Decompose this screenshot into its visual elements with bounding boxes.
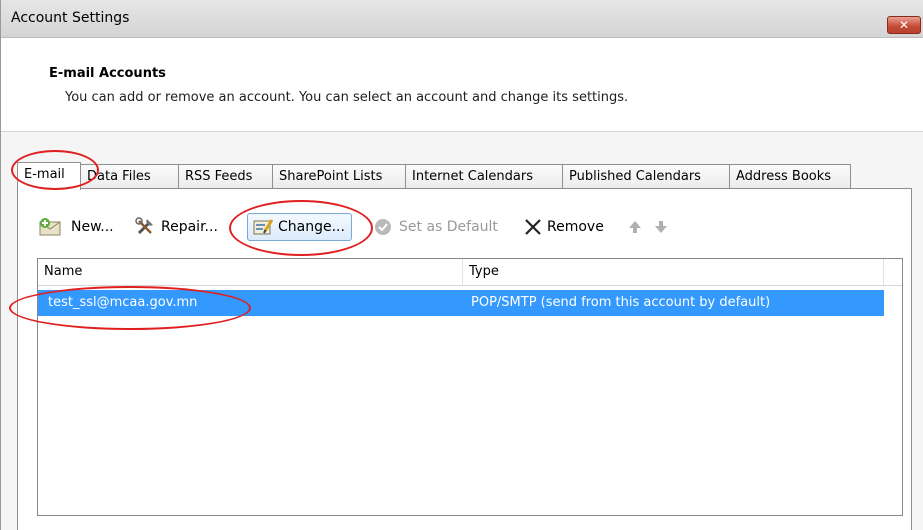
section-description: You can add or remove an account. You ca…	[65, 90, 629, 105]
list-column-header: Name Type	[38, 259, 902, 286]
account-type-cell: POP/SMTP (send from this account by defa…	[471, 295, 771, 310]
header-area: E-mail Accounts You can add or remove an…	[1, 38, 923, 132]
window-title: Account Settings	[11, 10, 130, 26]
set-as-default-button[interactable]: Set as Default	[373, 212, 498, 242]
column-header-name[interactable]: Name	[38, 259, 463, 285]
close-icon: ✕	[898, 18, 910, 32]
accounts-list[interactable]: Name Type test_ssl@mcaa.gov.mn POP/SMTP …	[37, 258, 903, 516]
remove-button[interactable]: Remove	[523, 212, 604, 242]
change-button-label: Change...	[278, 219, 345, 235]
tab-address-books[interactable]: Address Books	[729, 164, 851, 188]
remove-button-label: Remove	[547, 219, 604, 235]
new-account-icon	[39, 218, 61, 236]
close-button[interactable]: ✕	[887, 16, 921, 34]
change-settings-icon	[253, 219, 274, 235]
section-title: E-mail Accounts	[49, 66, 166, 81]
tab-internet-calendars[interactable]: Internet Calendars	[405, 164, 563, 188]
tab-published-calendars[interactable]: Published Calendars	[562, 164, 730, 188]
account-settings-dialog: Account Settings ✕ E-mail Accounts You c…	[0, 0, 923, 530]
title-bar[interactable]: Account Settings ✕	[1, 0, 923, 38]
move-up-button[interactable]	[627, 212, 647, 242]
arrow-down-icon	[655, 221, 667, 233]
tab-email[interactable]: E-mail	[17, 162, 81, 190]
account-name-cell: test_ssl@mcaa.gov.mn	[48, 295, 198, 310]
arrow-up-icon	[629, 221, 641, 233]
tab-data-files[interactable]: Data Files	[80, 164, 179, 188]
new-button-label: New...	[71, 219, 114, 235]
set-as-default-label: Set as Default	[399, 219, 498, 235]
tab-sharepoint-lists[interactable]: SharePoint Lists	[272, 164, 406, 188]
move-down-button[interactable]	[653, 212, 673, 242]
tab-rss-feeds[interactable]: RSS Feeds	[178, 164, 273, 188]
column-header-type[interactable]: Type	[463, 259, 884, 285]
repair-button[interactable]: Repair...	[135, 212, 218, 242]
new-button[interactable]: New...	[37, 212, 114, 242]
change-button[interactable]: Change...	[247, 213, 352, 241]
checkmark-circle-icon	[375, 219, 391, 235]
repair-button-label: Repair...	[161, 219, 218, 235]
remove-x-icon	[525, 219, 541, 235]
account-row[interactable]: test_ssl@mcaa.gov.mn POP/SMTP (send from…	[38, 290, 884, 316]
repair-tools-icon	[135, 217, 153, 235]
